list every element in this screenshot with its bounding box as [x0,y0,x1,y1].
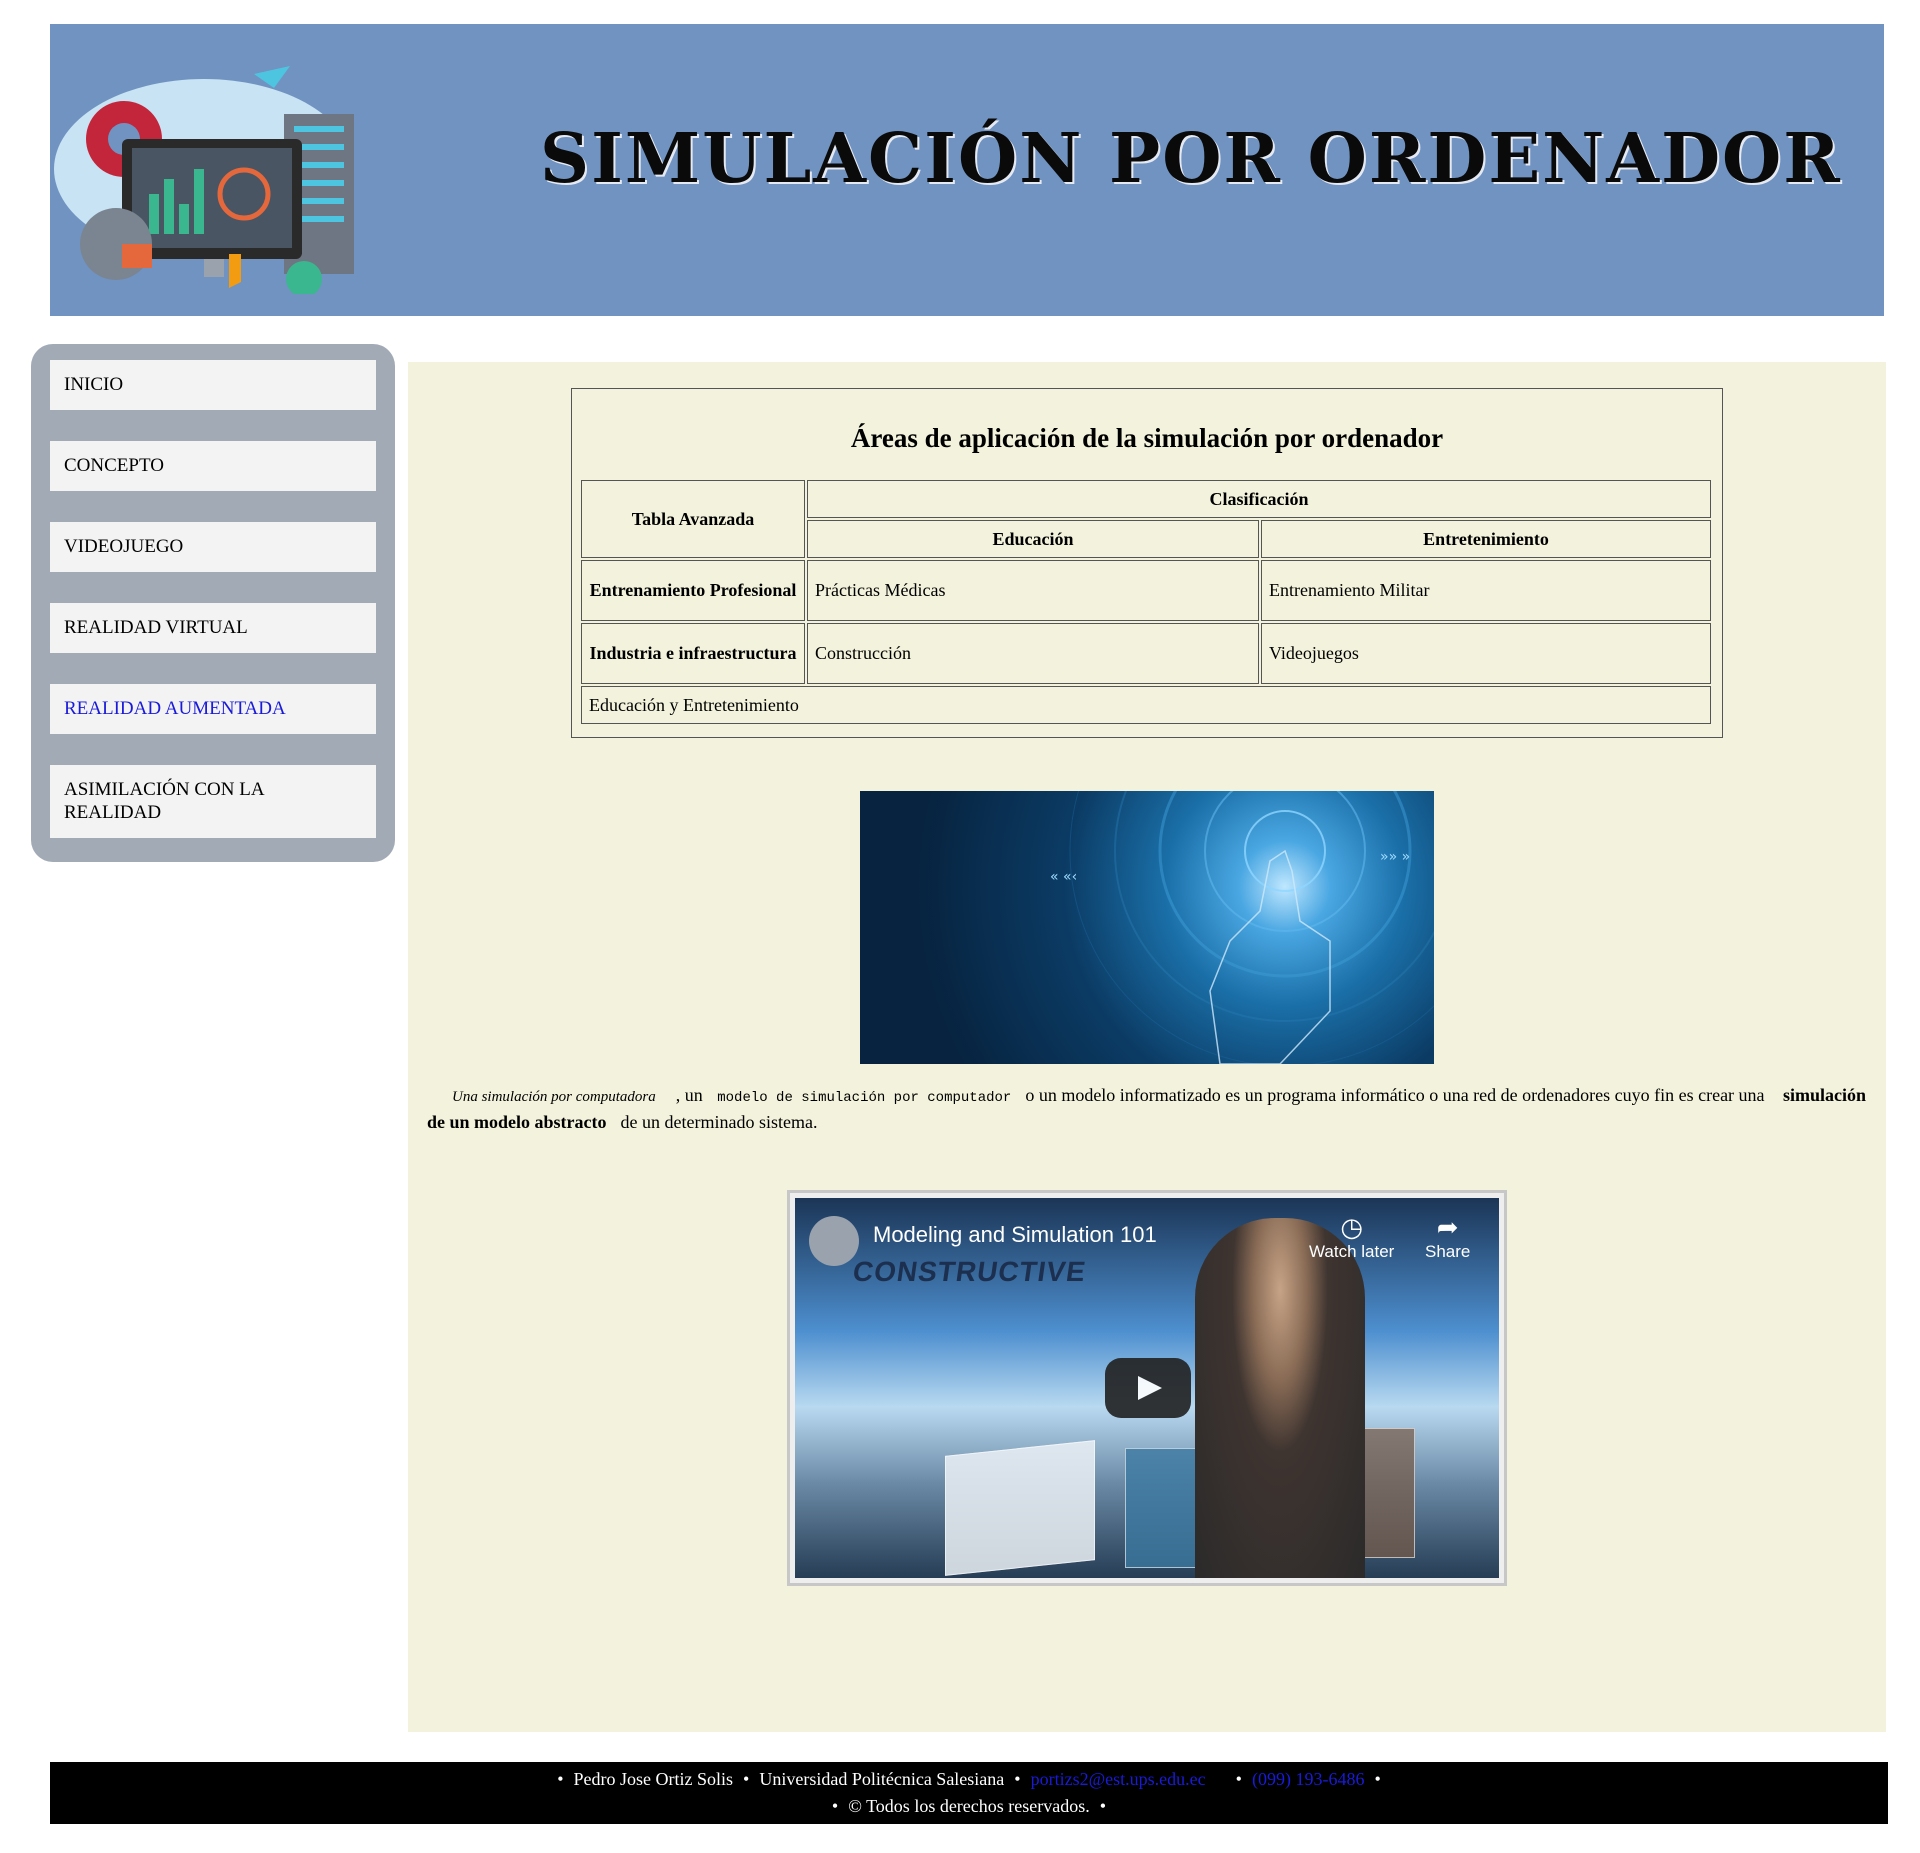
sidebar-nav: INICIO CONCEPTO VIDEOJUEGO REALIDAD VIRT… [31,344,395,862]
share-label: Share [1425,1242,1471,1261]
university-name: Universidad Politécnica Salesiana [759,1769,1005,1789]
table-card: Áreas de aplicación de la simulación por… [571,388,1723,738]
paragraph-text: o un modelo informatizado es un programa… [1025,1085,1765,1105]
author-name: Pedro Jose Ortiz Solis [573,1769,734,1789]
share-button[interactable]: ➦ Share [1425,1212,1470,1262]
table-cell: Construcción [807,623,1259,684]
table-title: Áreas de aplicación de la simulación por… [850,423,1444,453]
sidebar-item-realidad-virtual[interactable]: REALIDAD VIRTUAL [50,603,376,653]
sidebar-item-videojuego[interactable]: VIDEOJUEGO [50,522,376,572]
table-row: Entrenamiento Profesional Prácticas Médi… [581,560,1711,621]
share-icon: ➦ [1436,1212,1459,1242]
applications-table: Tabla Avanzada Clasificación Educación E… [579,478,1713,726]
copyright: © Todos los derechos reservados. [848,1796,1090,1816]
term-italic: Una simulación por computadora [452,1089,656,1105]
sidebar-item-inicio[interactable]: INICIO [50,360,376,410]
site-header: SIMULACIÓN POR ORDENADOR [50,24,1884,316]
play-button[interactable] [1105,1358,1191,1418]
paragraph-text: , un [675,1085,703,1105]
hero-image: « «‹ »» » [860,791,1434,1064]
footer-line-2: • © Todos los derechos reservados. • [831,1796,1107,1816]
site-footer: • Pedro Jose Ortiz Solis • Universidad Poli… [50,1762,1888,1824]
paragraph-text: de un determinado sistema. [620,1112,818,1132]
video-presenter [1195,1218,1365,1578]
watch-later-button[interactable]: ◷ Watch later [1309,1212,1394,1262]
table-group-header: Clasificación [807,480,1711,518]
site-title: SIMULACIÓN POR ORDENADOR [540,119,1842,199]
table-row-header: Entrenamiento Profesional [581,560,805,621]
clock-icon: ◷ [1340,1212,1364,1242]
table-cell: Prácticas Médicas [807,560,1259,621]
footer-line-1: • Pedro Jose Ortiz Solis • Universidad Poli… [557,1769,1381,1789]
table-corner-header: Tabla Avanzada [581,480,805,558]
table-row: Educación y Entretenimiento [581,686,1711,724]
table-column-header: Entretenimiento [1261,520,1711,558]
table-row: Industria e infraestructura Construcción… [581,623,1711,684]
video-watermark: CONSTRUCTIVE [850,1256,1089,1287]
table-cell: Videojuegos [1261,623,1711,684]
description-paragraph: Una simulación por computadora , un model… [427,1083,1867,1134]
table-cell: Entrenamiento Militar [1261,560,1711,621]
video-player[interactable]: CONSTRUCTIVE Modeling and Simulation 101… [795,1198,1499,1578]
main-content: Áreas de aplicación de la simulación por… [408,362,1886,1732]
watch-later-label: Watch later [1309,1242,1395,1261]
sidebar-item-realidad-aumentada[interactable]: REALIDAD AUMENTADA [50,684,376,734]
table-footer-cell: Educación y Entretenimiento [581,686,1711,724]
phone-link[interactable]: (099) 193-6486 [1252,1769,1364,1789]
computer-simulation-logo [54,44,384,297]
video-embed: CONSTRUCTIVE Modeling and Simulation 101… [787,1190,1507,1586]
table-row-header: Industria e infraestructura [581,623,805,684]
sidebar-item-asimilacion[interactable]: ASIMILACIÓN CON LA REALIDAD [50,765,376,838]
table-column-header: Educación [807,520,1259,558]
email-link[interactable]: portizs2@est.ups.edu.ec [1031,1769,1206,1789]
video-title[interactable]: Modeling and Simulation 101 [873,1222,1157,1248]
sidebar-item-concepto[interactable]: CONCEPTO [50,441,376,491]
svg-text:« «‹: « «‹ [1050,869,1077,885]
channel-avatar[interactable] [809,1216,859,1266]
svg-text:»» »: »» » [1380,849,1410,865]
term-code: modelo de simulación por computador [717,1090,1012,1106]
